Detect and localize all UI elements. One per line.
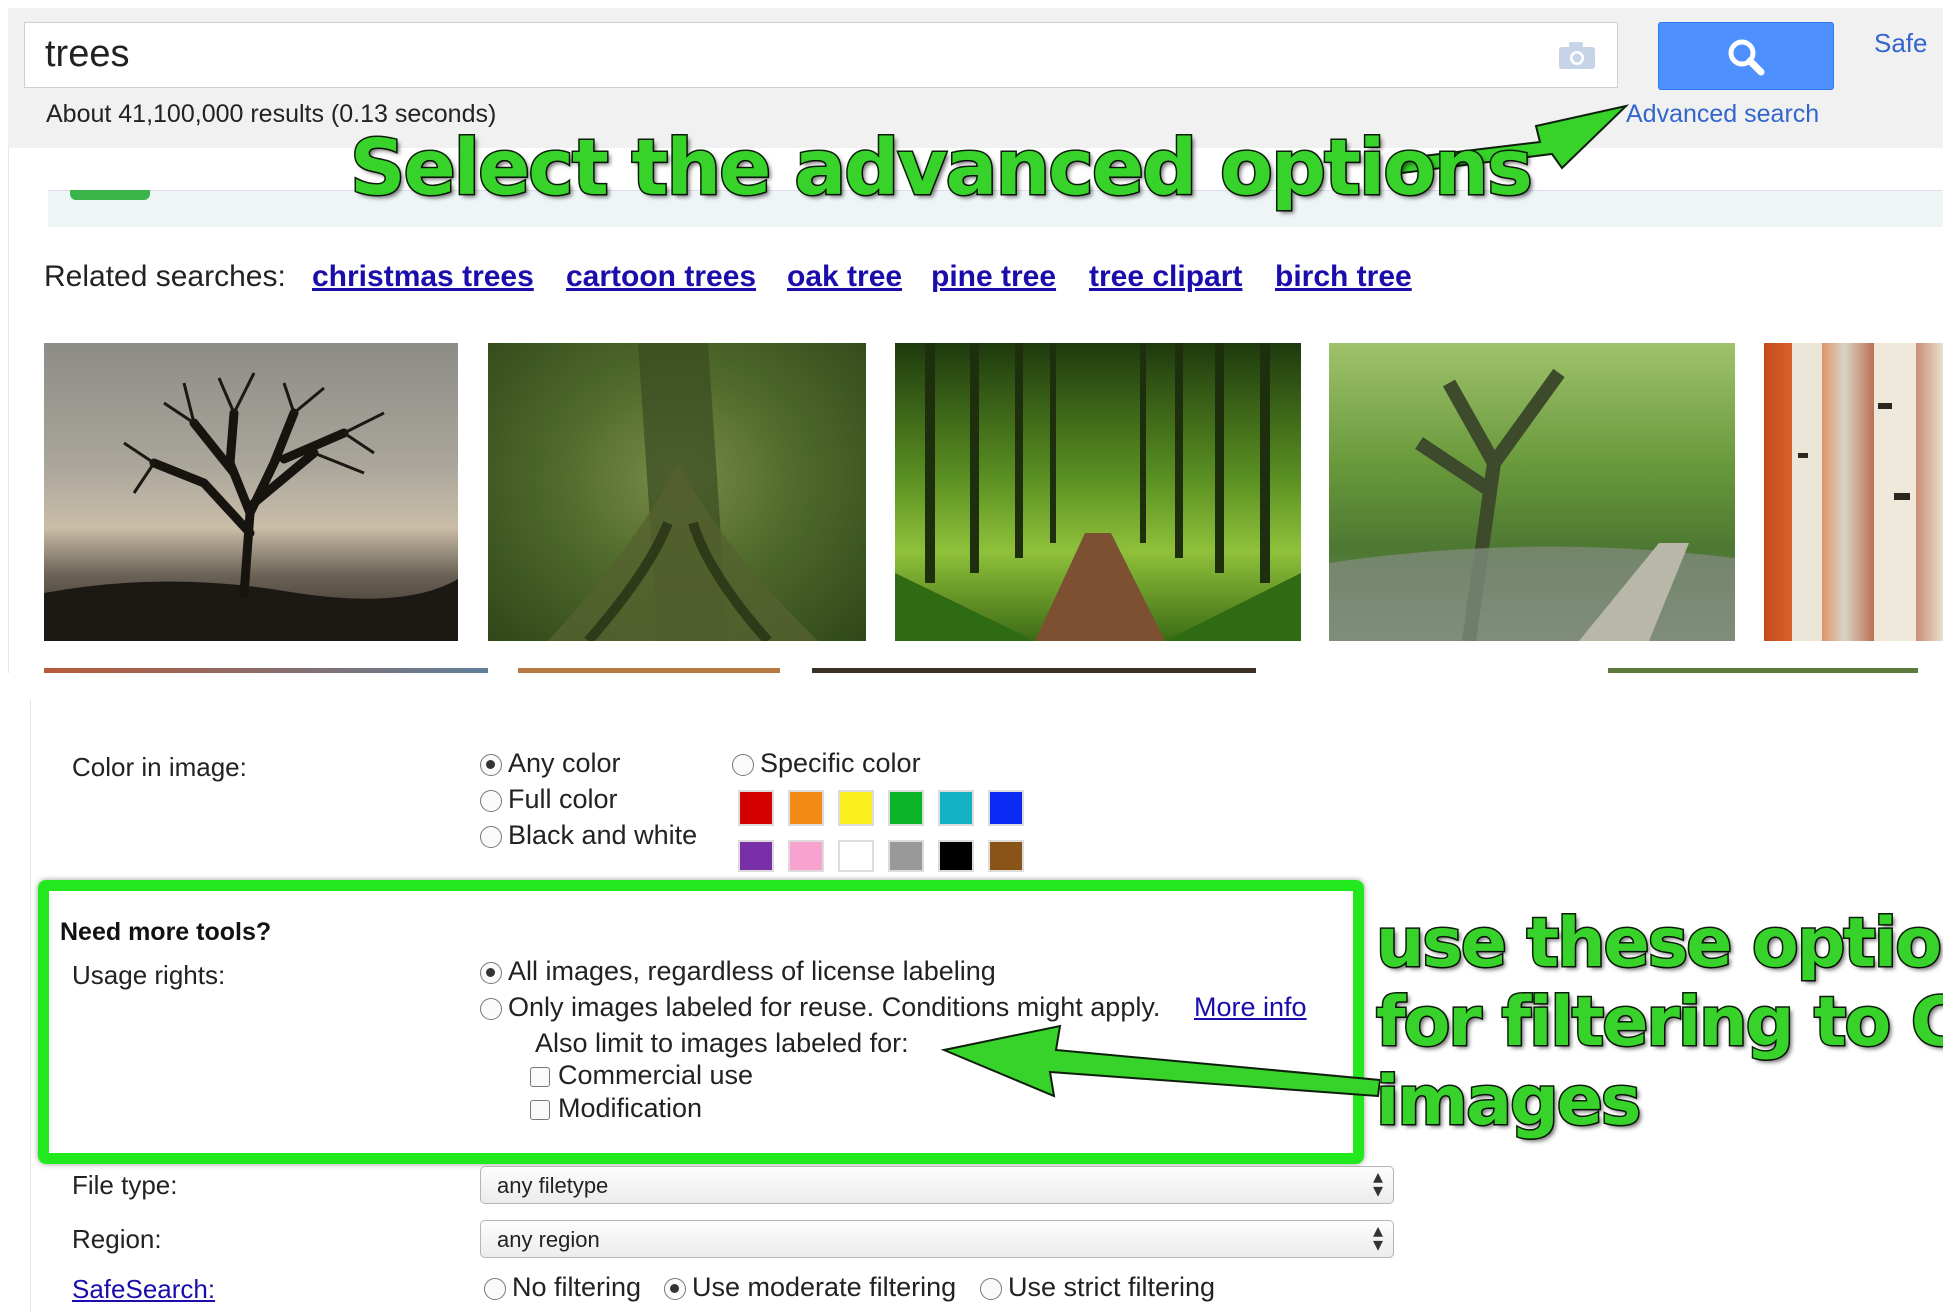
image-thumbnail[interactable] — [44, 343, 458, 641]
radio-icon[interactable] — [980, 1278, 1002, 1300]
callout-arrow-icon — [940, 1024, 1380, 1098]
radio-icon[interactable] — [480, 754, 502, 776]
side-callout: use these options for filtering to CC im… — [1375, 903, 1943, 1143]
region-value: any region — [497, 1227, 600, 1252]
safesearch-link[interactable]: Safe — [1874, 28, 1928, 59]
radio-icon[interactable] — [732, 754, 754, 776]
file-type-value: any filetype — [497, 1173, 609, 1198]
image-thumbnail[interactable] — [1608, 668, 1918, 673]
related-link-pine-tree[interactable]: pine tree — [931, 260, 1056, 294]
image-thumbnail[interactable] — [518, 668, 780, 673]
select-arrows-icon: ▴ ▾ — [1372, 1220, 1383, 1256]
side-callout-line: for filtering to CC — [1375, 982, 1943, 1064]
search-input[interactable]: trees — [24, 22, 1618, 88]
color-swatch-pink[interactable] — [788, 840, 824, 872]
color-swatch-gray[interactable] — [888, 840, 924, 872]
radio-icon[interactable] — [480, 826, 502, 848]
related-link-birch-tree[interactable]: birch tree — [1275, 260, 1412, 294]
color-swatch-purple[interactable] — [738, 840, 774, 872]
color-option-bw[interactable]: Black and white — [480, 820, 697, 851]
color-option-specific[interactable]: Specific color — [732, 748, 921, 779]
color-option-full[interactable]: Full color — [480, 784, 618, 815]
file-type-label: File type: — [72, 1170, 178, 1200]
side-callout-line: images — [1375, 1061, 1643, 1143]
select-arrows-icon: ▴ ▾ — [1372, 1166, 1383, 1202]
image-thumbnail[interactable] — [44, 668, 488, 673]
advanced-search-link[interactable]: Advanced search — [1626, 100, 1819, 129]
safesearch-option-moderate[interactable]: Use moderate filtering — [664, 1272, 956, 1303]
related-link-cartoon-trees[interactable]: cartoon trees — [566, 260, 756, 294]
color-swatch-teal[interactable] — [938, 790, 974, 826]
radio-icon[interactable] — [664, 1278, 686, 1300]
search-icon — [1728, 39, 1765, 76]
image-thumbnail[interactable] — [488, 343, 866, 641]
color-label: Color in image: — [72, 752, 247, 782]
side-callout-line: use these options — [1375, 903, 1943, 985]
search-button[interactable] — [1658, 22, 1834, 90]
color-swatch-orange[interactable] — [788, 790, 824, 826]
color-swatch-red[interactable] — [738, 790, 774, 826]
file-type-select[interactable]: any filetype ▴ ▾ — [480, 1166, 1394, 1204]
color-swatch-white[interactable] — [838, 840, 874, 872]
related-link-christmas-trees[interactable]: christmas trees — [312, 260, 534, 294]
top-callout-text: Select the advanced options — [349, 123, 1535, 215]
color-option-any[interactable]: Any color — [480, 748, 621, 779]
color-swatch-yellow[interactable] — [838, 790, 874, 826]
image-thumbnail[interactable] — [812, 668, 1256, 673]
region-label: Region: — [72, 1224, 162, 1254]
color-swatch-green[interactable] — [888, 790, 924, 826]
radio-icon[interactable] — [484, 1278, 506, 1300]
image-thumbnail[interactable] — [1764, 343, 1943, 641]
related-searches-label: Related searches: — [44, 260, 286, 293]
results-strip-tab — [70, 190, 150, 200]
radio-icon[interactable] — [480, 790, 502, 812]
color-swatch-brown[interactable] — [988, 840, 1024, 872]
color-swatch-blue[interactable] — [988, 790, 1024, 826]
image-thumbnail[interactable] — [1329, 343, 1735, 641]
related-link-oak-tree[interactable]: oak tree — [787, 260, 902, 294]
safesearch-option-none[interactable]: No filtering — [484, 1272, 641, 1303]
camera-icon[interactable] — [1557, 39, 1597, 71]
search-query-text: trees — [45, 33, 130, 75]
safesearch-option-strict[interactable]: Use strict filtering — [980, 1272, 1215, 1303]
image-thumbnail[interactable] — [895, 343, 1301, 641]
region-select[interactable]: any region ▴ ▾ — [480, 1220, 1394, 1258]
safesearch-label-link[interactable]: SafeSearch: — [72, 1274, 215, 1305]
color-swatch-black[interactable] — [938, 840, 974, 872]
related-link-tree-clipart[interactable]: tree clipart — [1089, 260, 1242, 294]
